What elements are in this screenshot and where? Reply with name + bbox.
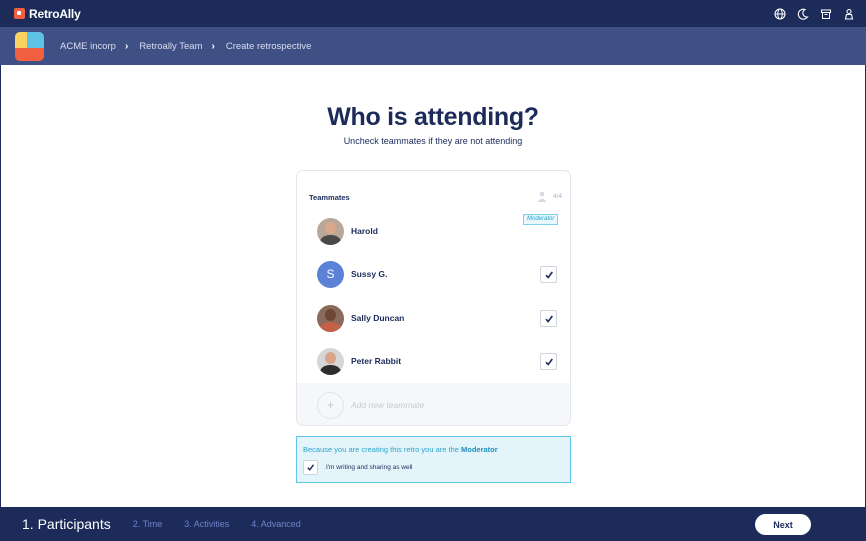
- person-icon: [537, 191, 547, 202]
- step-participants[interactable]: 1. Participants: [22, 516, 111, 532]
- page-subtitle: Uncheck teammates if they are not attend…: [343, 136, 523, 146]
- checkmark-icon: [544, 271, 553, 279]
- globe-icon[interactable]: [773, 7, 787, 21]
- moon-icon[interactable]: [796, 7, 810, 21]
- add-teammate-input[interactable]: Add new teammate: [351, 400, 424, 410]
- moderator-notice-prefix: Because you are creating this retro you …: [303, 445, 462, 454]
- step-time[interactable]: 2. Time: [133, 519, 163, 529]
- moderator-notice-text: Because you are creating this retro you …: [303, 445, 498, 454]
- teammates-card: Teammates 4/4 Moderator Harold S Sussy G…: [296, 170, 571, 426]
- attending-checkbox[interactable]: [540, 266, 557, 283]
- avatar: [317, 304, 344, 332]
- logo-icon: [14, 8, 25, 19]
- step-advanced[interactable]: 4. Advanced: [251, 519, 301, 529]
- teammate-row: Harold: [317, 217, 567, 245]
- teammate-row: Sally Duncan: [317, 304, 567, 332]
- attending-checkbox[interactable]: [540, 310, 557, 327]
- app-logo-text[interactable]: RetroAlly: [29, 7, 81, 21]
- teammate-row: S Sussy G.: [317, 260, 567, 288]
- breadcrumb-item-team[interactable]: Retroally Team: [139, 41, 202, 52]
- teammate-name: Sussy G.: [351, 269, 388, 279]
- checkmark-icon: [307, 464, 315, 471]
- avatar: S: [317, 260, 344, 288]
- chevron-right-icon: ›: [124, 40, 129, 52]
- avatar: [317, 217, 344, 245]
- teammate-row: Peter Rabbit: [317, 347, 567, 375]
- breadcrumb-item-organization[interactable]: ACME incorp: [60, 41, 116, 52]
- plus-icon[interactable]: +: [317, 391, 344, 419]
- breadcrumb-item-current: Create retrospective: [225, 40, 312, 52]
- teammates-header: Teammates: [309, 193, 350, 202]
- teammate-name: Sally Duncan: [351, 313, 405, 323]
- teammate-name: Peter Rabbit: [351, 356, 402, 366]
- writing-sharing-checkbox[interactable]: [303, 460, 318, 475]
- moderator-notice-role: Moderator: [461, 445, 498, 454]
- main-content: Who is attending? Uncheck teammates if t…: [1, 65, 865, 507]
- app-window: RetroAlly ACME incorp › Retroally Team ›: [0, 0, 866, 541]
- breadcrumb-bar: ACME incorp › Retroally Team › Create re…: [0, 27, 866, 65]
- next-button[interactable]: Next: [755, 514, 811, 535]
- breadcrumb: ACME incorp › Retroally Team › Create re…: [60, 41, 311, 52]
- teammates-count: 4/4: [537, 191, 562, 202]
- archive-icon[interactable]: [819, 7, 833, 21]
- page-title: Who is attending?: [327, 103, 539, 131]
- writing-sharing-label: I'm writing and sharing as well: [326, 464, 413, 471]
- add-teammate-row[interactable]: + Add new teammate: [297, 383, 570, 425]
- team-logo[interactable]: [15, 31, 44, 61]
- user-icon[interactable]: [842, 7, 856, 21]
- top-icons: [773, 7, 856, 21]
- checkmark-icon: [544, 315, 553, 323]
- step-activities[interactable]: 3. Activities: [184, 519, 229, 529]
- teammate-name: Harold: [351, 226, 378, 236]
- avatar: [317, 347, 344, 375]
- teammates-count-value: 4/4: [552, 193, 562, 200]
- moderator-notice: Because you are creating this retro you …: [296, 436, 571, 483]
- attending-checkbox[interactable]: [540, 353, 557, 370]
- steps-bar: 1. Participants 2. Time 3. Activities 4.…: [0, 507, 866, 541]
- chevron-right-icon: ›: [211, 40, 215, 52]
- checkmark-icon: [544, 358, 553, 366]
- top-bar: RetroAlly: [0, 0, 866, 27]
